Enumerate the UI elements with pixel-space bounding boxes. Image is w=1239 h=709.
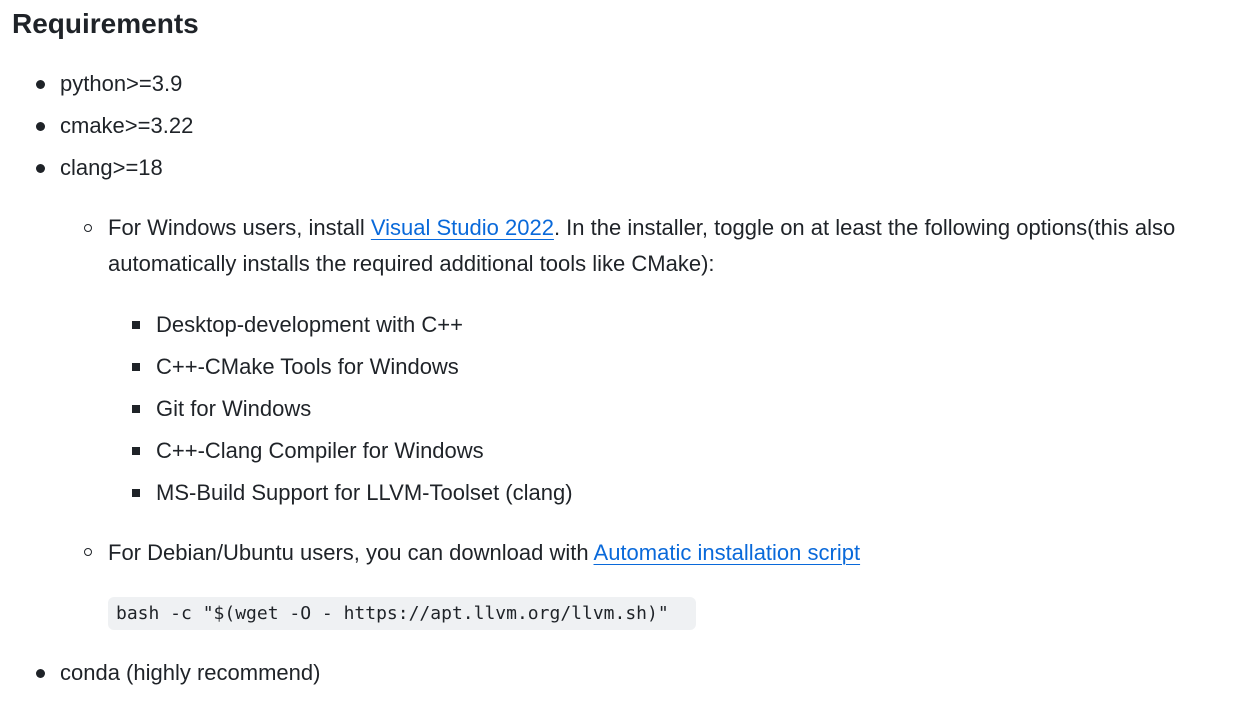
disc-bullet-icon bbox=[36, 164, 45, 173]
square-bullet-icon bbox=[132, 363, 140, 371]
debian-instructions: For Debian/Ubuntu users, you can downloa… bbox=[108, 537, 860, 569]
square-bullet-icon bbox=[132, 447, 140, 455]
windows-instructions: For Windows users, install Visual Studio… bbox=[108, 210, 1233, 282]
option-item-msbuild-llvm: MS-Build Support for LLVM-Toolset (clang… bbox=[156, 480, 573, 505]
list-item-python: python>=3.9 bbox=[60, 71, 183, 96]
visual-studio-link[interactable]: Visual Studio 2022 bbox=[371, 215, 554, 240]
option-item-clang-compiler: C++-Clang Compiler for Windows bbox=[156, 438, 484, 463]
square-bullet-icon bbox=[132, 405, 140, 413]
disc-bullet-icon bbox=[36, 80, 45, 89]
option-item-git: Git for Windows bbox=[156, 396, 312, 421]
list-item-clang: clang>=18 bbox=[60, 155, 163, 180]
automatic-installation-script-link[interactable]: Automatic installation script bbox=[594, 540, 861, 565]
install-command-code[interactable]: bash -c "$(wget -O - https://apt.llvm.or… bbox=[108, 597, 696, 630]
list-item-cmake: cmake>=3.22 bbox=[60, 113, 194, 138]
square-bullet-icon bbox=[132, 321, 140, 329]
list-item-conda: conda (highly recommend) bbox=[60, 660, 321, 685]
debian-prefix-text: For Debian/Ubuntu users, you can downloa… bbox=[108, 540, 594, 565]
circle-bullet-icon bbox=[84, 548, 92, 556]
option-item-desktop-development: Desktop-development with C++ bbox=[156, 312, 463, 337]
option-item-cmake-tools: C++-CMake Tools for Windows bbox=[156, 354, 459, 379]
windows-prefix-text: For Windows users, install bbox=[108, 215, 371, 240]
disc-bullet-icon bbox=[36, 122, 45, 131]
square-bullet-icon bbox=[132, 489, 140, 497]
requirements-heading: Requirements bbox=[12, 8, 199, 39]
disc-bullet-icon bbox=[36, 669, 45, 678]
circle-bullet-icon bbox=[84, 224, 92, 232]
